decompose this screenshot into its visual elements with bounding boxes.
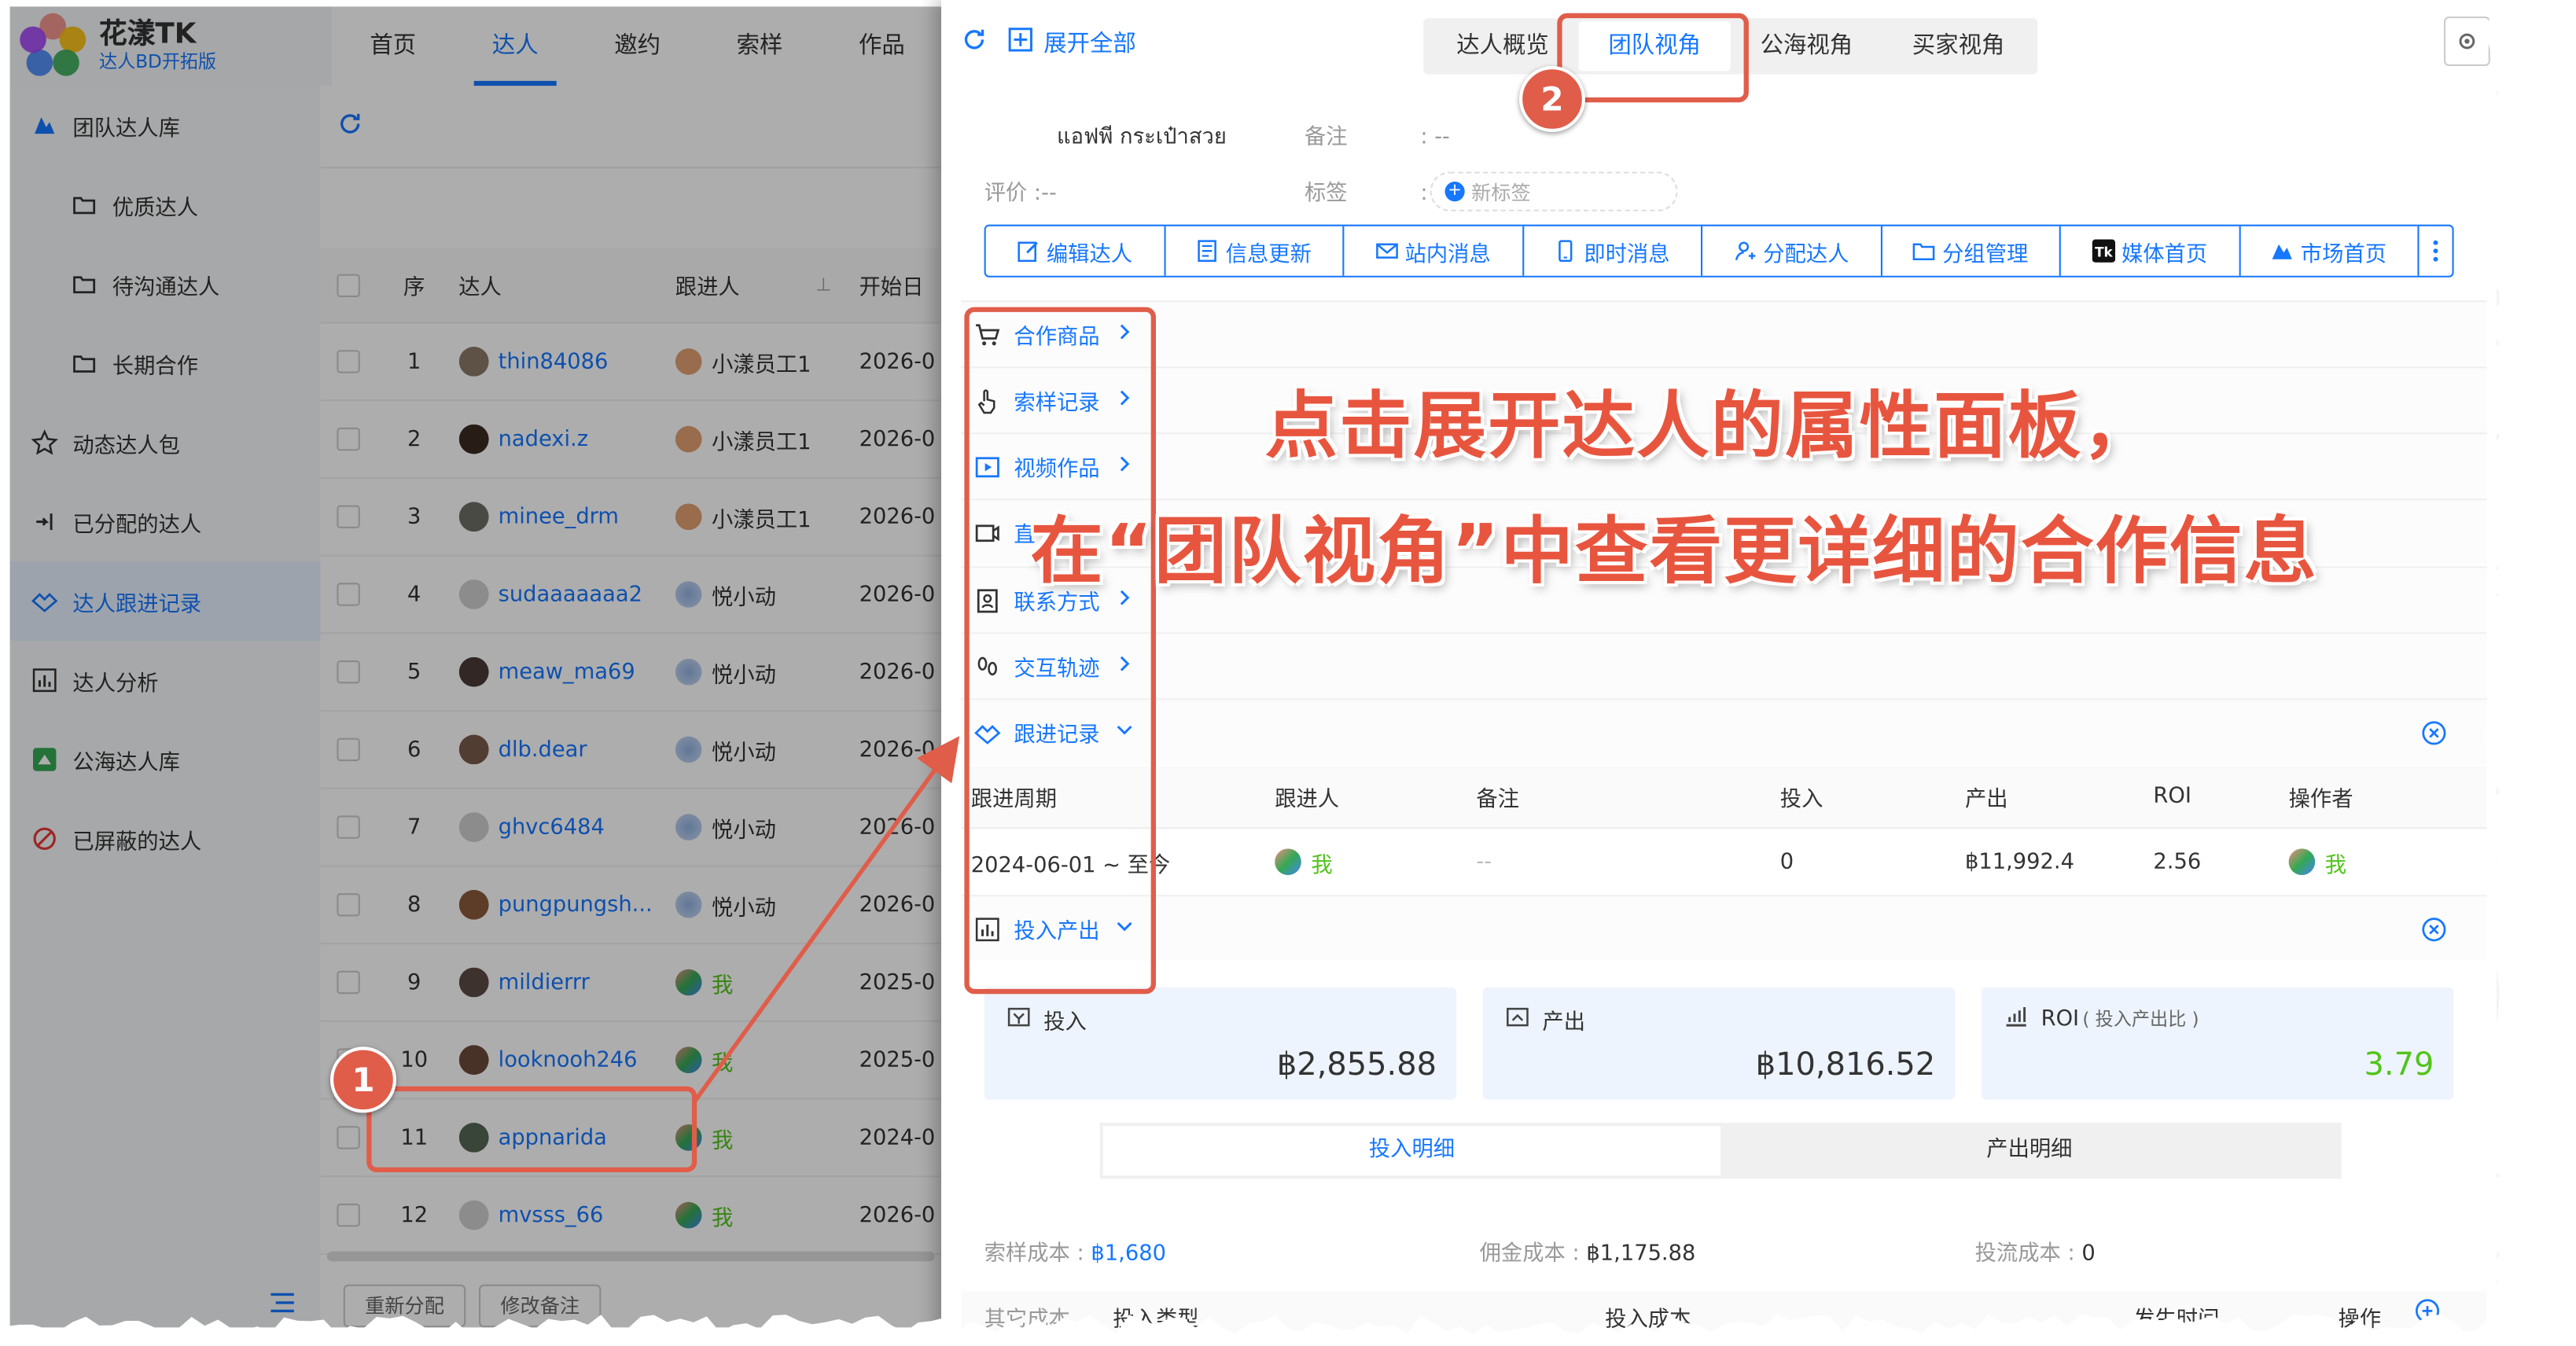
svg-text:Tk: Tk — [2095, 245, 2113, 260]
more-actions-icon[interactable] — [2419, 226, 2452, 276]
roi-cell: 2.56 — [2153, 849, 2202, 874]
refresh-icon[interactable] — [961, 27, 988, 60]
input-total: ฿2,855.88 — [1276, 1046, 1437, 1083]
follow-up-row: 2024-06-01 ~ 至今 我 -- 0 ฿11,992.4 2.56 我 — [961, 829, 2486, 895]
ad-cost: 投流成本 : 0 — [1974, 1241, 2096, 1267]
callout-line-1: 点击展开达人的属性面板， — [1264, 384, 2157, 469]
action-button-1[interactable]: 信息更新 — [1165, 226, 1345, 276]
output-money-icon — [1506, 1005, 1529, 1035]
highlight-row-appnarida — [366, 1086, 697, 1172]
remark-label: 备注 — [1304, 125, 1348, 151]
owner-value: 我 — [1275, 846, 1333, 877]
io-detail-tabs: 投入明细 产出明细 — [1099, 1122, 2342, 1179]
user-assign-icon — [1733, 240, 1756, 263]
col-operator: 操作者 — [2288, 787, 2353, 813]
cost-detail-header: 其它成本 投入类型 投入成本 发生时间 操作 — [961, 1291, 2487, 1334]
mail-icon — [1375, 240, 1398, 263]
section-header-7[interactable]: 投入产出 — [961, 895, 2487, 962]
tags-label: 标签 — [1304, 181, 1348, 207]
expand-all-button[interactable]: 展开全部 — [961, 27, 1136, 60]
creator-detail-drawer: 展开全部 达人概览 团队视角 公海视角 买家视角 แอฟพี กระเป๋าสวย 备… — [941, 0, 2497, 1334]
view-tab-2[interactable]: 公海视角 — [1731, 21, 1882, 71]
input-money-icon — [1007, 1005, 1030, 1035]
output-cell: ฿11,992.4 — [1965, 849, 2074, 874]
flower-avatar-icon — [1275, 848, 1301, 875]
roi-card: ROI ( 投入产出比 ) 3.79 — [1982, 987, 2454, 1100]
shop-name: แอฟพี กระเป๋าสวย — [1057, 125, 1227, 151]
action-toolbar: 编辑达人 信息更新 站内消息 即时消息 分配达人 分组管理 Tk 媒体首页 市场首页 — [984, 224, 2454, 278]
step-badge-1: 1 — [329, 1046, 396, 1113]
expand-all-label: 展开全部 — [1043, 31, 1136, 58]
remark-cell: -- — [1476, 849, 1492, 874]
flower-avatar-icon — [2288, 848, 2316, 875]
action-button-3[interactable]: 即时消息 — [1523, 226, 1703, 276]
close-circle-icon[interactable] — [2421, 917, 2448, 943]
action-button-4[interactable]: 分配达人 — [1702, 226, 1882, 276]
highlight-team-view — [1557, 13, 1749, 103]
tab-output-detail[interactable]: 产出明细 — [1720, 1126, 2338, 1175]
edit-icon — [1017, 240, 1040, 263]
col-output: 产出 — [1965, 787, 2008, 813]
output-total: ฿10,816.52 — [1755, 1046, 1936, 1083]
action-button-6[interactable]: Tk 媒体首页 — [2061, 226, 2240, 276]
close-circle-icon[interactable] — [2421, 720, 2448, 747]
add-circle-icon[interactable] — [2414, 1298, 2441, 1325]
operator-cell: 我 — [2288, 846, 2346, 877]
action-button-2[interactable]: 站内消息 — [1344, 226, 1524, 276]
tiktok-icon: Tk — [2092, 239, 2115, 263]
tab-input-detail[interactable]: 投入明细 — [1102, 1126, 1721, 1176]
rating-value: :-- — [1033, 181, 1057, 207]
section-header-0[interactable]: 合作商品 — [961, 300, 2487, 367]
col-remark: 备注 — [1476, 787, 1520, 813]
roi-chart-icon — [2004, 1004, 2027, 1034]
sample-cost: 索样成本 : ฿1,680 — [984, 1241, 1166, 1267]
section-header-5[interactable]: 交互轨迹 — [961, 632, 2487, 699]
commission-cost: 佣金成本 : ฿1,175.88 — [1479, 1241, 1696, 1267]
action-button-7[interactable]: 市场首页 — [2240, 226, 2420, 276]
group-folder-icon — [1912, 240, 1935, 263]
view-tab-3[interactable]: 买家视角 — [1882, 21, 2034, 71]
callout-line-2: 在“团队视角”中查看更详细的合作信息 — [1030, 509, 2319, 594]
input-cell: 0 — [1779, 849, 1794, 874]
section-header-6[interactable]: 跟进记录 — [961, 698, 2487, 765]
market-icon — [2271, 240, 2294, 263]
highlight-section-panel — [964, 307, 1156, 995]
action-button-5[interactable]: 分组管理 — [1882, 226, 2061, 276]
plus-icon: + — [1444, 181, 1465, 202]
follow-up-table-header: 跟进周期 跟进人 备注 投入 产出 ROI 操作者 — [961, 766, 2487, 829]
col-roi: ROI — [2153, 784, 2191, 809]
rating-label: 评价 — [984, 181, 1028, 207]
action-button-0[interactable]: 编辑达人 — [986, 226, 1165, 276]
col-owner: 跟进人 — [1275, 787, 1340, 813]
roi-total: 3.79 — [2364, 1046, 2434, 1083]
col-input: 投入 — [1779, 787, 1823, 813]
phone-icon — [1555, 240, 1577, 263]
view-tab-0[interactable]: 达人概览 — [1426, 21, 1578, 71]
gear-icon[interactable] — [2443, 17, 2490, 66]
new-tag-label: 新标签 — [1471, 180, 1531, 204]
step-badge-2: 2 — [1518, 66, 1585, 132]
expand-square-icon — [1007, 27, 1034, 60]
remark-value: : -- — [1420, 125, 1450, 151]
output-card: 产出 ฿10,816.52 — [1482, 987, 1956, 1100]
new-tag-button[interactable]: + 新标签 — [1430, 171, 1678, 211]
info-update-icon — [1196, 240, 1219, 263]
input-card: 投入 ฿2,855.88 — [984, 987, 1457, 1100]
